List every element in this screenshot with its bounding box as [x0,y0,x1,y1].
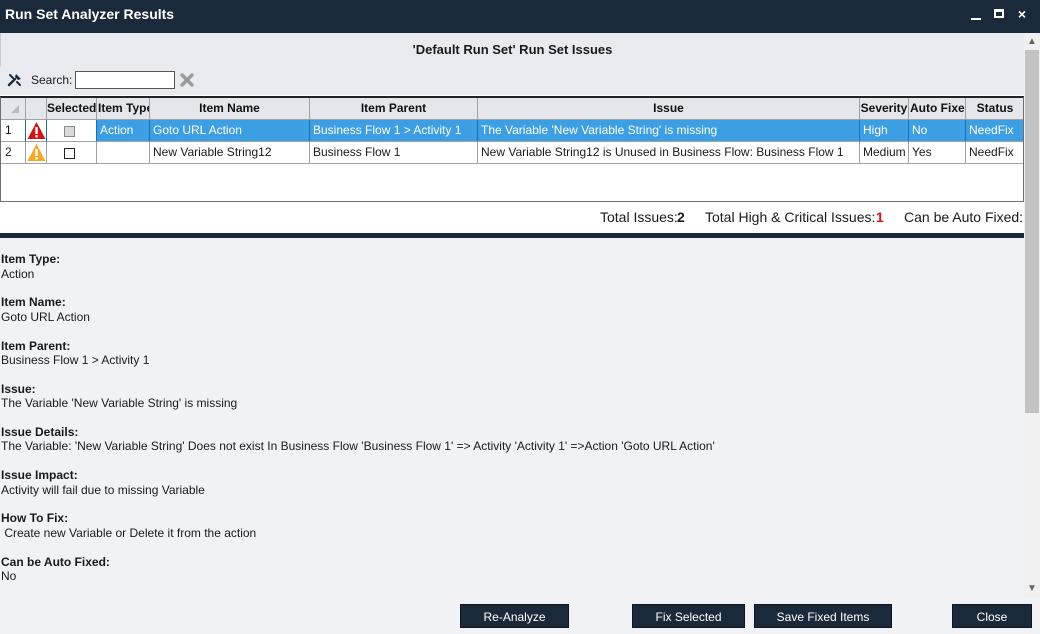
row-header-corner [1,98,26,120]
detail-issue-details-value: The Variable: 'New Variable String' Does… [1,439,715,453]
column-header-issue[interactable]: Issue [478,98,860,120]
detail-issue-label: Issue: [1,382,36,396]
footer-bar: Re-Analyze Fix Selected Save Fixed Items… [0,598,1040,634]
column-header-status[interactable]: Status [966,98,1023,120]
detail-item-type-label: Item Type: [1,252,61,266]
scrollbar-thumb[interactable] [1025,50,1039,413]
selected-cell[interactable] [47,120,97,142]
severity-text-cell: High [860,120,909,142]
detail-how-to-fix-value: Create new Variable or Delete it from th… [1,526,257,540]
column-header-item-parent[interactable]: Item Parent [310,98,478,120]
detail-issue-value: The Variable 'New Variable String' is mi… [1,396,238,410]
warning-icon [27,144,46,161]
auto-fixed-cell: No [909,120,966,142]
row-select-checkbox[interactable] [64,148,75,159]
scroll-down-icon[interactable]: ▼ [1027,584,1037,594]
detail-item-name-label: Item Name: [1,295,66,309]
item-name-cell: New Variable String12 [150,142,310,164]
auto-fixed-summary-label: Can be Auto Fixed: [904,209,1024,225]
search-input[interactable] [75,71,175,89]
column-header-severity[interactable]: Severity [860,98,909,120]
column-header-selected[interactable]: Selected [47,98,97,120]
detail-can-auto-fix-value: No [1,569,17,583]
severity-text-cell: Medium [860,142,909,164]
selected-cell[interactable] [47,142,97,164]
total-issues-value: 2 [677,209,685,225]
window-title: Run Set Analyzer Results [5,6,175,22]
save-fixed-items-button[interactable]: Save Fixed Items [754,604,892,628]
severity-cell [26,120,47,142]
row-select-checkbox[interactable] [64,126,75,137]
title-bar: Run Set Analyzer Results × [0,0,1040,33]
status-cell: NeedFix [966,120,1023,142]
detail-issue-impact-label: Issue Impact: [1,468,78,482]
scroll-up-icon[interactable]: ▲ [1027,37,1037,47]
item-type-cell [97,142,150,164]
row-number: 2 [1,142,26,164]
status-cell: NeedFix [966,142,1023,164]
table-row[interactable]: 2 New Variable String12 Business Flow 1 … [1,142,1023,164]
issue-cell: The Variable 'New Variable String' is mi… [478,120,860,142]
table-row[interactable]: 1 Action Goto URL Action Business Flow 1… [1,120,1023,142]
high-critical-value: 1 [876,209,884,225]
item-parent-cell: Business Flow 1 [310,142,478,164]
detail-how-to-fix-label: How To Fix: [1,511,69,525]
fix-selected-button[interactable]: Fix Selected [632,604,745,628]
detail-item-parent-label: Item Parent: [1,339,71,353]
close-icon[interactable]: × [1014,5,1030,23]
issue-cell: New Variable String12 is Unused in Busin… [478,142,860,164]
sort-corner-icon [11,105,19,113]
error-icon [27,122,46,139]
detail-can-auto-fix-label: Can be Auto Fixed: [1,555,110,569]
search-label: Search: [31,73,73,87]
row-number: 1 [1,120,26,142]
column-header-item-name[interactable]: Item Name [150,98,310,120]
detail-item-type-value: Action [1,267,35,281]
detail-issue-details-label: Issue Details: [1,425,79,439]
icon-column-header [26,98,47,120]
column-header-auto-fixed[interactable]: Auto Fixed [909,98,966,120]
item-name-cell: Goto URL Action [150,120,310,142]
high-critical-label: Total High & Critical Issues: [705,209,876,225]
detail-item-parent-value: Business Flow 1 > Activity 1 [1,353,150,367]
issues-grid: Selected Item Type Item Name Item Parent… [0,96,1024,202]
minimize-icon[interactable] [968,5,984,23]
severity-cell [26,142,47,164]
maximize-icon[interactable] [991,5,1007,23]
detail-item-name-value: Goto URL Action [1,310,90,324]
tools-icon[interactable] [7,72,23,88]
close-button[interactable]: Close [952,604,1032,628]
item-type-cell: Action [97,120,150,142]
detail-issue-impact-value: Activity will fail due to missing Variab… [1,483,205,497]
reanalyze-button[interactable]: Re-Analyze [460,604,569,628]
item-parent-cell: Business Flow 1 > Activity 1 [310,120,478,142]
search-bar: Search: [0,67,1024,95]
auto-fixed-cell: Yes [909,142,966,164]
issue-details-panel: Item Type: Action Item Name: Goto URL Ac… [0,238,1024,598]
total-issues-label: Total Issues: [600,209,678,225]
column-header-item-type[interactable]: Item Type [97,98,150,120]
panel-title: 'Default Run Set' Run Set Issues [0,33,1024,67]
clear-search-icon[interactable] [179,72,195,88]
issues-summary: Total Issues: 2 Total High & Critical Is… [0,203,1024,231]
vertical-scrollbar[interactable]: ▲ ▼ [1024,33,1040,598]
